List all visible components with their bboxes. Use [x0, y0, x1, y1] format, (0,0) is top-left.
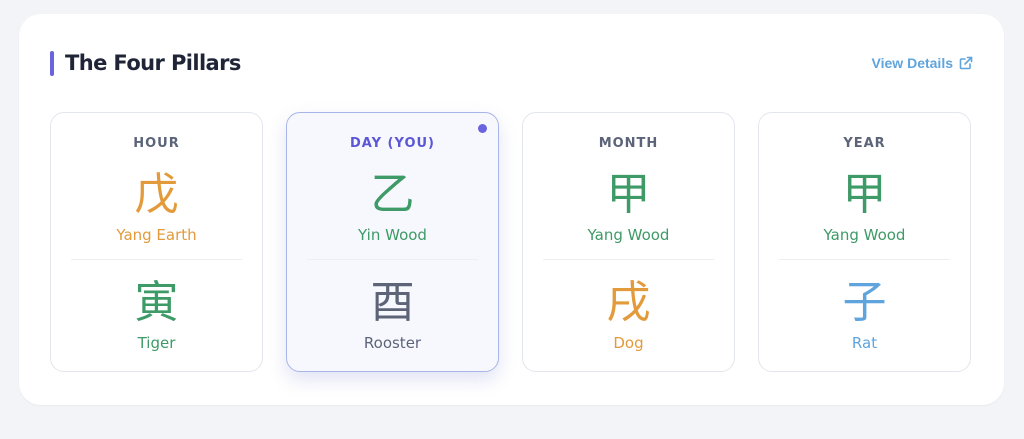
pillar-label: YEAR [843, 136, 886, 151]
branch-name: Rat [851, 334, 878, 352]
stem-name: Yang Wood [587, 226, 670, 244]
view-details-label: View Details [871, 55, 953, 71]
branch-character: 子 [842, 277, 887, 328]
stem-character: 甲 [842, 169, 887, 220]
pillar-divider [71, 259, 242, 260]
stem-name: Yin Wood [358, 226, 427, 244]
section-title: The Four Pillars [65, 51, 241, 75]
pillar-label: HOUR [133, 136, 180, 151]
pillar-divider [307, 259, 478, 260]
external-link-icon [959, 56, 973, 70]
pillar-hour[interactable]: HOUR 戊 Yang Earth 寅 Tiger [50, 112, 263, 372]
branch-character: 酉 [370, 277, 415, 328]
branch-name: Dog [613, 334, 644, 352]
pillar-month[interactable]: MONTH 甲 Yang Wood 戌 Dog [522, 112, 735, 372]
pillar-year[interactable]: YEAR 甲 Yang Wood 子 Rat [758, 112, 971, 372]
stem-name: Yang Wood [823, 226, 906, 244]
pillar-label: DAY (YOU) [350, 136, 435, 151]
pillar-day[interactable]: DAY (YOU) 乙 Yin Wood 酉 Rooster [286, 112, 499, 372]
stem-character: 甲 [606, 169, 651, 220]
branch-name: Rooster [363, 334, 422, 352]
stem-character: 戊 [134, 169, 179, 220]
view-details-link[interactable]: View Details [872, 53, 973, 73]
active-indicator-dot [478, 124, 487, 133]
pillar-label: MONTH [598, 136, 659, 151]
branch-name: Tiger [137, 334, 176, 352]
stem-character: 乙 [370, 169, 415, 220]
stem-name: Yang Earth [116, 226, 197, 244]
pillar-divider [543, 259, 714, 260]
pillar-divider [779, 259, 950, 260]
title-accent-bar [50, 51, 54, 76]
branch-character: 寅 [134, 277, 179, 328]
four-pillars-card: The Four Pillars View Details HOUR 戊 Yan… [19, 14, 1004, 405]
branch-character: 戌 [606, 277, 651, 328]
